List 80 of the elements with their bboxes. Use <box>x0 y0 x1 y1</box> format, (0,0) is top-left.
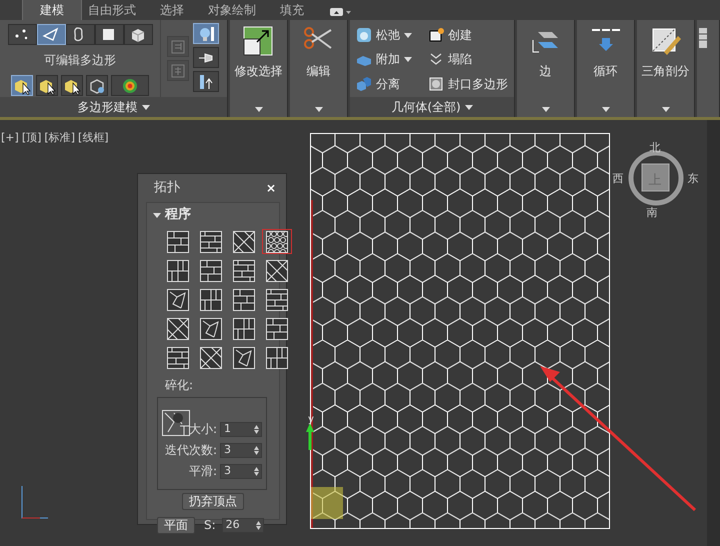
caret-icon <box>142 104 150 110</box>
rollout-header[interactable]: 程序 <box>153 207 191 223</box>
panel-caption: 可编辑多边形 <box>44 52 116 69</box>
field-label: 平滑: <box>188 463 217 480</box>
compass-label[interactable]: 西 <box>612 172 624 185</box>
compass-label[interactable]: 东 <box>688 172 698 185</box>
viewport-label[interactable]: [+] <box>1 130 19 146</box>
axis-label[interactable]: y <box>308 414 314 425</box>
spinner-arrows-icon[interactable] <box>256 520 261 530</box>
tool-button[interactable] <box>36 75 58 96</box>
ribbon-button[interactable]: 创建 <box>428 24 518 46</box>
create-icon <box>428 27 444 43</box>
triangle-icon <box>42 26 60 44</box>
subobject-button[interactable] <box>8 24 36 45</box>
group-label: 碎化: <box>165 377 194 394</box>
panel-title: 多边形建模 <box>78 99 138 116</box>
spinner-arrows-icon[interactable] <box>254 446 259 454</box>
viewport-label[interactable]: [顶] <box>22 130 42 146</box>
tool-button[interactable] <box>86 75 108 96</box>
ribbon-button[interactable]: 松弛 <box>356 24 428 46</box>
panel-title: 几何体(全部) <box>391 99 461 116</box>
caret-icon <box>602 106 610 112</box>
spinner-arrows-icon[interactable] <box>254 424 259 434</box>
ribbon-tab[interactable]: 对象绘制 <box>202 0 262 20</box>
ribbon-tab[interactable]: 建模 <box>22 0 82 20</box>
close-button[interactable]: × <box>266 179 276 197</box>
axis-gizmo-icon <box>306 423 314 450</box>
pivot-icon <box>197 72 215 90</box>
field-label: S: <box>204 517 216 534</box>
caret-icon <box>542 106 550 112</box>
subobject-button[interactable] <box>124 24 152 45</box>
discard-vertices-button[interactable]: 扔弃顶点 <box>182 493 244 510</box>
viewport-label[interactable]: [线框] <box>78 130 109 146</box>
stack-icon <box>169 38 187 56</box>
caret-icon <box>153 212 161 218</box>
panel-title: 拓扑 <box>154 179 180 198</box>
subobject-button[interactable] <box>94 24 124 45</box>
ribbon-button[interactable]: 附加 <box>356 48 428 70</box>
ribbon-button[interactable]: 塌陷 <box>428 48 518 70</box>
collapse-icon <box>428 51 444 68</box>
subdivide-icon <box>162 410 190 436</box>
tool-button[interactable] <box>193 47 219 68</box>
pencil-square-icon <box>650 26 682 56</box>
resize-square-icon <box>242 26 274 56</box>
cap-icon <box>428 76 444 92</box>
spinner-arrows-icon[interactable] <box>254 466 259 476</box>
viewport-label[interactable]: [标准] <box>44 130 75 146</box>
stack-icon <box>169 62 187 80</box>
caret-icon <box>662 106 670 112</box>
spinner-field[interactable]: 1 <box>220 422 262 436</box>
spinner-field[interactable]: 3 <box>220 442 262 458</box>
subobject-button[interactable] <box>66 24 94 45</box>
tool-button[interactable] <box>61 75 83 96</box>
scrollbar[interactable] <box>707 120 720 546</box>
ribbon-button[interactable]: 分离 <box>356 72 428 95</box>
caret-icon <box>314 106 322 112</box>
field-label: 迭代次数: <box>164 442 217 459</box>
ribbon-tab[interactable]: 自由形式 <box>82 0 142 20</box>
tool-button[interactable] <box>11 75 33 96</box>
plane-button[interactable]: 平面 <box>157 516 195 534</box>
ribbon-tab[interactable]: 选择 <box>142 0 202 20</box>
pattern-tile[interactable] <box>262 229 292 254</box>
compass-label[interactable]: 北 <box>650 141 660 154</box>
compass-ring-icon[interactable] <box>628 150 684 206</box>
relax-icon <box>356 27 372 43</box>
spinner-field[interactable]: 3 <box>220 464 262 478</box>
minimize-button[interactable] <box>328 5 354 17</box>
field-label: 大小: <box>188 421 217 438</box>
caret-icon <box>254 106 262 112</box>
ribbon-tab[interactable]: 填充 <box>262 0 322 20</box>
tool-button[interactable] <box>111 75 149 96</box>
bulb-icon <box>197 24 215 42</box>
caret-icon <box>464 104 473 110</box>
detach-icon <box>356 76 372 92</box>
cube-drop-icon <box>88 76 106 94</box>
spinner-field[interactable]: 26 <box>222 518 264 532</box>
gradient-circle-icon <box>121 76 139 94</box>
tool-button[interactable] <box>193 71 219 92</box>
axis-tripod-icon <box>22 486 48 518</box>
compass-label[interactable]: 南 <box>646 206 658 219</box>
